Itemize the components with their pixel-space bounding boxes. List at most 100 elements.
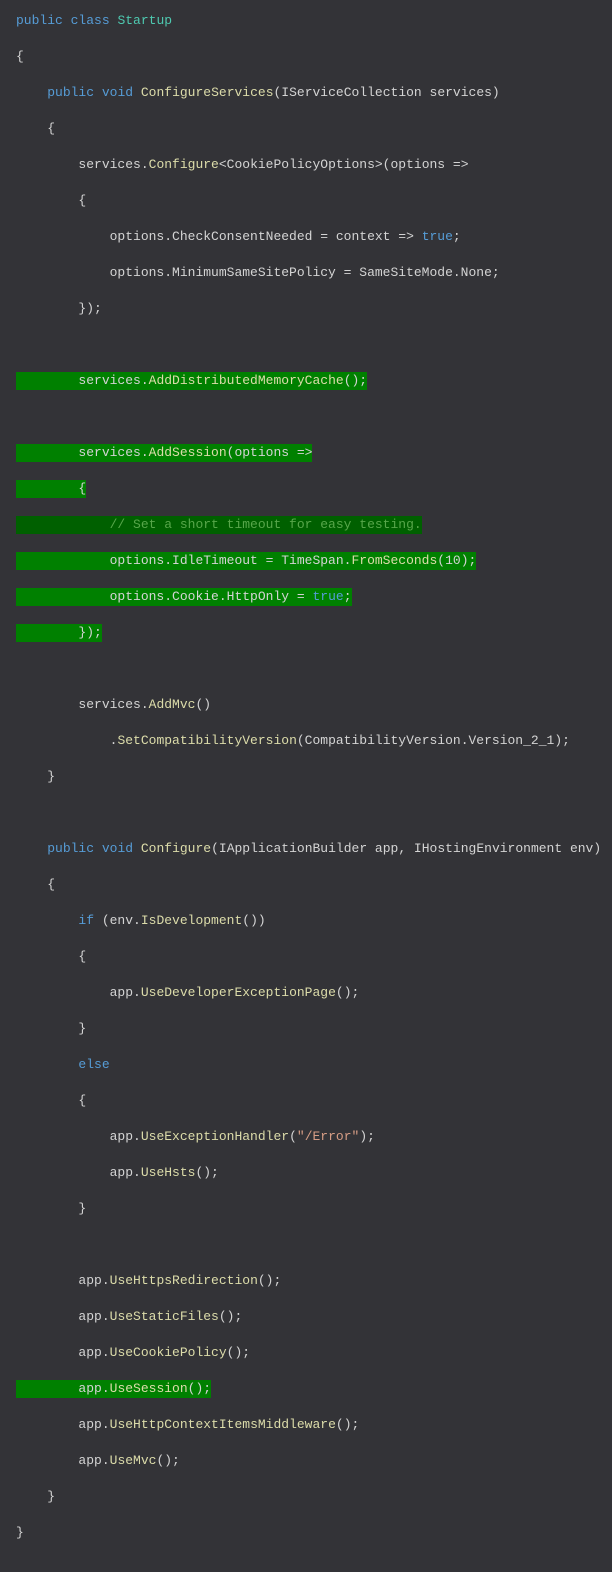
- method-name: UseStaticFiles: [110, 1309, 219, 1324]
- code-text: (env.: [94, 913, 141, 928]
- code-text: app.: [78, 1453, 109, 1468]
- code-line: app.UseCookiePolicy();: [16, 1344, 596, 1362]
- brace: {: [78, 1093, 86, 1108]
- code-text: options.CheckConsentNeeded = context =>: [110, 229, 422, 244]
- params: (IApplicationBuilder app, IHostingEnviro…: [211, 841, 601, 856]
- method-name: AddDistributedMemoryCache: [149, 373, 344, 388]
- method-name: ConfigureServices: [141, 85, 274, 100]
- code-line: {: [16, 120, 596, 138]
- code-text: app.: [110, 985, 141, 1000]
- code-text: (: [289, 1129, 297, 1144]
- code-text: options.MinimumSameSitePolicy = SameSite…: [110, 265, 500, 280]
- code-line: [16, 660, 596, 678]
- params: (IServiceCollection services): [274, 85, 500, 100]
- code-text: <CookiePolicyOptions>(options =>: [219, 157, 469, 172]
- code-text: ();: [336, 985, 359, 1000]
- method-name: UseMvc: [110, 1453, 157, 1468]
- code-text: services.: [78, 445, 148, 460]
- diff-highlight: app.UseSession();: [16, 1380, 211, 1398]
- code-text: app.: [78, 1309, 109, 1324]
- code-text: app.: [78, 1417, 109, 1432]
- code-text: );: [359, 1129, 375, 1144]
- code-line-highlighted: app.UseSession();: [16, 1380, 596, 1398]
- brace: }: [78, 1201, 86, 1216]
- string-literal: "/Error": [297, 1129, 359, 1144]
- code-text: (CompatibilityVersion.Version_2_1);: [297, 733, 570, 748]
- keyword-true: true: [312, 589, 343, 604]
- code-line: app.UseHsts();: [16, 1164, 596, 1182]
- code-line: services.Configure<CookiePolicyOptions>(…: [16, 156, 596, 174]
- code-text: app.: [110, 1129, 141, 1144]
- code-text: app.: [78, 1273, 109, 1288]
- diff-highlight: // Set a short timeout for easy testing.: [16, 516, 422, 534]
- code-text: });: [78, 625, 101, 640]
- code-line: {: [16, 948, 596, 966]
- code-line: {: [16, 48, 596, 66]
- diff-highlight: {: [16, 480, 86, 498]
- code-line-highlighted: });: [16, 624, 596, 642]
- keyword-public: public: [47, 85, 94, 100]
- code-text: options.IdleTimeout = TimeSpan.: [110, 553, 352, 568]
- code-line: public void ConfigureServices(IServiceCo…: [16, 84, 596, 102]
- method-name: SetCompatibilityVersion: [117, 733, 296, 748]
- method-name: UseExceptionHandler: [141, 1129, 289, 1144]
- code-line: app.UseHttpContextItemsMiddleware();: [16, 1416, 596, 1434]
- code-text: (): [195, 697, 211, 712]
- code-line: public void Configure(IApplicationBuilde…: [16, 840, 596, 858]
- code-line: {: [16, 1092, 596, 1110]
- brace: }: [16, 1525, 24, 1540]
- code-line: }: [16, 768, 596, 786]
- code-text: ();: [188, 1381, 211, 1396]
- code-line: [16, 408, 596, 426]
- brace: {: [47, 121, 55, 136]
- code-text: (options =>: [227, 445, 313, 460]
- keyword-public: public: [47, 841, 94, 856]
- method-name: Configure: [141, 841, 211, 856]
- code-line-highlighted: services.AddDistributedMemoryCache();: [16, 372, 596, 390]
- code-text: app.: [110, 1165, 141, 1180]
- code-text: ();: [336, 1417, 359, 1432]
- diff-highlight: services.AddDistributedMemoryCache();: [16, 372, 367, 390]
- keyword-void: void: [102, 85, 133, 100]
- code-line-highlighted: // Set a short timeout for easy testing.: [16, 516, 596, 534]
- brace: {: [16, 49, 24, 64]
- brace: {: [78, 949, 86, 964]
- code-line: options.MinimumSameSitePolicy = SameSite…: [16, 264, 596, 282]
- brace: }: [47, 769, 55, 784]
- code-line: {: [16, 192, 596, 210]
- code-line: }: [16, 1200, 596, 1218]
- code-line: options.CheckConsentNeeded = context => …: [16, 228, 596, 246]
- code-line: else: [16, 1056, 596, 1074]
- type-name: Startup: [117, 13, 172, 28]
- code-text: ()): [242, 913, 265, 928]
- method-name: AddSession: [149, 445, 227, 460]
- code-text: ();: [227, 1345, 250, 1360]
- keyword-else: else: [78, 1057, 109, 1072]
- brace: {: [78, 193, 86, 208]
- code-text: options.Cookie.HttpOnly =: [110, 589, 313, 604]
- method-name: UseHsts: [141, 1165, 196, 1180]
- code-line: {: [16, 876, 596, 894]
- code-text: ();: [258, 1273, 281, 1288]
- code-line: [16, 804, 596, 822]
- code-line-highlighted: options.IdleTimeout = TimeSpan.FromSecon…: [16, 552, 596, 570]
- code-text: });: [78, 301, 101, 316]
- code-line: app.UseDeveloperExceptionPage();: [16, 984, 596, 1002]
- brace: }: [47, 1489, 55, 1504]
- code-line: app.UseExceptionHandler("/Error");: [16, 1128, 596, 1146]
- code-text: ();: [344, 373, 367, 388]
- keyword-void: void: [102, 841, 133, 856]
- method-name: UseDeveloperExceptionPage: [141, 985, 336, 1000]
- code-text: (10);: [437, 553, 476, 568]
- code-line: services.AddMvc(): [16, 696, 596, 714]
- method-name: IsDevelopment: [141, 913, 242, 928]
- code-line: app.UseHttpsRedirection();: [16, 1272, 596, 1290]
- code-line: });: [16, 300, 596, 318]
- code-text: services.: [78, 157, 148, 172]
- code-line-highlighted: options.Cookie.HttpOnly = true;: [16, 588, 596, 606]
- code-text: app.: [78, 1345, 109, 1360]
- code-text: ();: [219, 1309, 242, 1324]
- code-editor[interactable]: public class Startup { public void Confi…: [16, 12, 596, 1560]
- keyword-true: true: [422, 229, 453, 244]
- diff-highlight: options.Cookie.HttpOnly = true;: [16, 588, 352, 606]
